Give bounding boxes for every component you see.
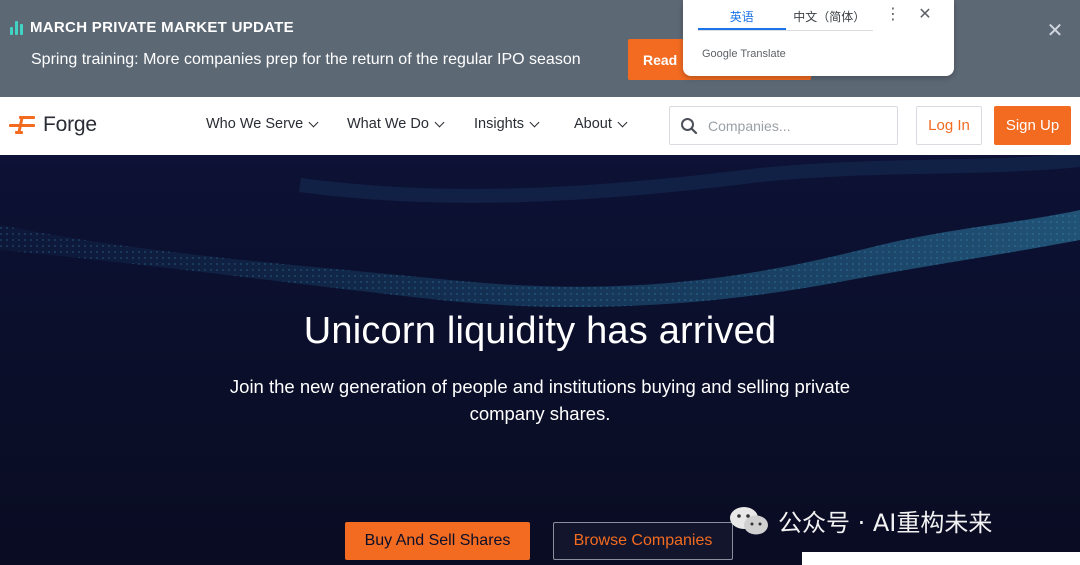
nav-item-label: About xyxy=(574,116,612,132)
wechat-watermark: 公众号 · AI重构未来 xyxy=(728,503,992,538)
forge-logo-icon xyxy=(9,113,37,137)
hero-title: Unicorn liquidity has arrived xyxy=(303,310,777,352)
logo-text: Forge xyxy=(43,113,97,136)
tab-chinese-simplified[interactable]: 中文（简体） xyxy=(786,0,874,30)
banner-title: MARCH PRIVATE MARKET UPDATE xyxy=(30,19,294,36)
google-translate-brand: Google Translate xyxy=(702,48,786,60)
watermark-text: 公众号 · AI重构未来 xyxy=(778,509,993,537)
forge-logo[interactable]: Forge xyxy=(9,113,97,137)
more-vert-icon[interactable]: ⋮ xyxy=(884,5,902,25)
chevron-down-icon xyxy=(617,117,628,127)
main-nav: Forge Who We Serve What We Do Insights A… xyxy=(0,97,1080,155)
search-icon[interactable] xyxy=(680,117,698,135)
banner-header: MARCH PRIVATE MARKET UPDATE xyxy=(10,19,294,36)
close-icon[interactable]: ✕ xyxy=(1045,21,1065,41)
login-button[interactable]: Log In xyxy=(916,106,982,145)
nav-insights[interactable]: Insights xyxy=(474,116,540,132)
watermark-backdrop xyxy=(802,552,1080,565)
chevron-down-icon xyxy=(434,117,445,127)
chart-bars-icon xyxy=(10,20,23,35)
wechat-icon xyxy=(730,506,768,534)
nav-item-label: What We Do xyxy=(347,116,429,132)
search-input[interactable] xyxy=(708,116,888,136)
chevron-down-icon xyxy=(529,117,540,127)
google-translate-popup: 英语 中文（简体） ⋮ ✕ Google Translate xyxy=(683,0,954,76)
nav-item-label: Who We Serve xyxy=(206,116,304,132)
nav-who-we-serve[interactable]: Who We Serve xyxy=(206,116,319,132)
company-search xyxy=(669,106,898,145)
nav-item-label: Insights xyxy=(474,116,524,132)
nav-about[interactable]: About xyxy=(574,116,628,132)
tab-english[interactable]: 英语 xyxy=(698,0,786,30)
hero-subtitle: Join the new generation of people and in… xyxy=(229,376,851,424)
signup-button[interactable]: Sign Up xyxy=(994,106,1071,145)
buy-sell-shares-button[interactable]: Buy And Sell Shares xyxy=(345,522,530,560)
chevron-down-icon xyxy=(308,117,319,127)
browse-companies-button[interactable]: Browse Companies xyxy=(553,522,733,560)
translate-tabs: 英语 中文（简体） xyxy=(698,0,873,31)
close-icon[interactable]: ✕ xyxy=(915,5,935,25)
banner-text: Spring training: More companies prep for… xyxy=(31,51,581,68)
nav-what-we-do[interactable]: What We Do xyxy=(347,116,445,132)
